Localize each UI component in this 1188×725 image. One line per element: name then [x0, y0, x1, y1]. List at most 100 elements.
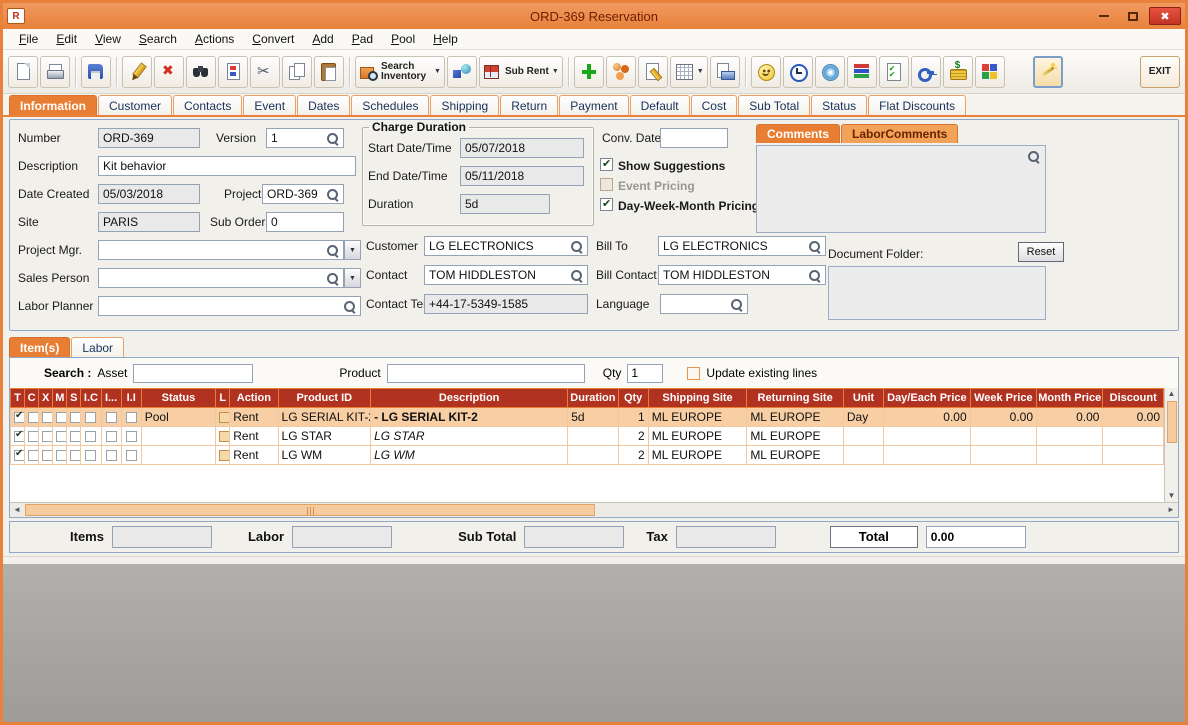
menu-help[interactable]: Help	[425, 30, 466, 48]
menu-pad[interactable]: Pad	[344, 30, 381, 48]
row-flag-checkbox[interactable]	[70, 431, 80, 443]
col-header-shipping-site[interactable]: Shipping Site	[647, 388, 748, 408]
row-flag-checkbox[interactable]	[56, 412, 66, 424]
labor-planner-field[interactable]	[98, 296, 361, 316]
show-suggestions-checkbox[interactable]	[600, 157, 613, 171]
pool-button[interactable]	[605, 55, 636, 88]
tab-shipping[interactable]: Shipping	[430, 95, 500, 115]
row-flag-checkbox[interactable]	[85, 450, 97, 462]
scroll-right-icon[interactable]: ►	[1164, 503, 1178, 517]
cubes-button[interactable]	[974, 55, 1005, 88]
save-button[interactable]	[81, 55, 111, 88]
col-header-description[interactable]: Description	[370, 388, 569, 408]
tab-information[interactable]: Information	[9, 95, 97, 115]
line-flag-icon[interactable]	[219, 450, 229, 462]
tab-payment[interactable]: Payment	[559, 95, 629, 115]
search-icon[interactable]	[343, 300, 356, 313]
scroll-left-icon[interactable]: ◄	[10, 503, 24, 517]
search-icon[interactable]	[1027, 150, 1040, 163]
col-header-product-id[interactable]: Product ID	[277, 388, 372, 408]
search-icon[interactable]	[570, 240, 583, 253]
language-field[interactable]	[660, 294, 748, 314]
row-flag-checkbox[interactable]	[42, 431, 52, 443]
horizontal-scrollbar[interactable]: ◄ ►	[10, 501, 1178, 517]
tab-flat-discounts[interactable]: Flat Discounts	[868, 95, 967, 115]
update-existing-lines-checkbox[interactable]	[687, 366, 701, 380]
number-field[interactable]: ORD-369	[98, 128, 200, 148]
document-folder-box[interactable]	[828, 266, 1046, 320]
col-header-returning-site[interactable]: Returning Site	[746, 388, 844, 408]
smiley-button[interactable]	[750, 55, 781, 88]
convert-document-button[interactable]	[218, 55, 248, 88]
col-header-m[interactable]: M	[52, 388, 68, 408]
sub-rent-button[interactable]: Sub Rent ▼	[478, 55, 563, 88]
item-row[interactable]: RentLG STARLG STAR2ML EUROPEML EUROPE	[10, 426, 1164, 446]
exit-button[interactable]: EXIT	[1139, 55, 1180, 88]
start-date-field[interactable]: 05/07/2018	[460, 138, 584, 158]
tab-dates[interactable]: Dates	[297, 95, 351, 115]
tab-default[interactable]: Default	[629, 95, 690, 115]
product-input[interactable]	[386, 363, 585, 383]
menu-convert[interactable]: Convert	[244, 30, 302, 48]
key-button[interactable]	[910, 55, 941, 88]
project-mgr-dropdown-button[interactable]: ▼	[344, 240, 361, 260]
row-flag-checkbox[interactable]	[70, 412, 80, 424]
col-header-l[interactable]: L	[215, 388, 231, 408]
search-icon[interactable]	[326, 132, 339, 145]
row-select-checkbox[interactable]	[14, 429, 24, 443]
tab-comments[interactable]: Comments	[756, 124, 841, 143]
row-select-checkbox[interactable]	[14, 410, 24, 424]
horizontal-scroll-thumb[interactable]	[25, 503, 595, 516]
conv-date-field[interactable]	[660, 128, 728, 148]
row-flag-checkbox[interactable]	[105, 412, 117, 424]
row-flag-checkbox[interactable]	[42, 412, 52, 424]
vertical-scroll-thumb[interactable]	[1166, 401, 1177, 443]
row-flag-checkbox[interactable]	[105, 450, 117, 462]
reset-button[interactable]: Reset	[1018, 242, 1064, 262]
tab-contacts[interactable]: Contacts	[173, 95, 243, 115]
comments-box[interactable]	[756, 145, 1046, 233]
search-inventory-button[interactable]: Search Inventory ▼	[355, 55, 445, 88]
event-pricing-checkbox[interactable]	[600, 178, 613, 191]
contact-tel-field[interactable]: +44-17-5349-1585	[424, 294, 588, 314]
delete-button[interactable]	[154, 55, 184, 88]
search-icon[interactable]	[326, 188, 339, 201]
bill-to-field[interactable]: LG ELECTRONICS	[658, 236, 826, 256]
paste-button[interactable]	[314, 55, 344, 88]
search-icon[interactable]	[326, 244, 339, 257]
tab-return[interactable]: Return	[500, 95, 559, 115]
row-flag-checkbox[interactable]	[42, 450, 52, 462]
col-header-s[interactable]: S	[66, 388, 82, 408]
checklist-button[interactable]	[878, 55, 909, 88]
col-header-action[interactable]: Action	[229, 388, 279, 408]
item-row[interactable]: RentLG WMLG WM2ML EUROPEML EUROPE	[10, 445, 1164, 465]
col-header-i-c[interactable]: I.C	[80, 388, 102, 408]
search-icon[interactable]	[808, 269, 821, 282]
version-field[interactable]: 1	[266, 128, 344, 148]
col-header-t[interactable]: T	[10, 388, 26, 408]
menu-actions[interactable]: Actions	[187, 30, 242, 48]
line-flag-icon[interactable]	[219, 412, 229, 424]
menu-edit[interactable]: Edit	[48, 30, 85, 48]
date-created-field[interactable]: 05/03/2018	[98, 184, 200, 204]
menu-search[interactable]: Search	[131, 30, 185, 48]
col-header-day-each-price[interactable]: Day/Each Price	[883, 388, 971, 408]
col-header-discount[interactable]: Discount	[1102, 388, 1164, 408]
col-header-unit[interactable]: Unit	[842, 388, 885, 408]
duration-field[interactable]: 5d	[460, 194, 550, 214]
bill-contact-field[interactable]: TOM HIDDLESTON	[658, 265, 826, 285]
tab-cost[interactable]: Cost	[690, 95, 738, 115]
search-icon[interactable]	[326, 272, 339, 285]
qty-input[interactable]	[627, 363, 664, 383]
line-flag-icon[interactable]	[219, 431, 229, 443]
day-week-month-pricing-checkbox[interactable]	[600, 197, 613, 211]
description-field[interactable]: Kit behavior	[98, 156, 356, 176]
add-line-button[interactable]	[573, 55, 604, 88]
row-flag-checkbox[interactable]	[56, 450, 66, 462]
col-header-month-price[interactable]: Month Price	[1036, 388, 1104, 408]
minimize-button[interactable]	[1091, 7, 1117, 25]
item-row[interactable]: Pool RentLG SERIAL KIT-2- LG SERIAL KIT-2…	[10, 407, 1164, 427]
row-select-checkbox[interactable]	[14, 448, 24, 462]
menu-pool[interactable]: Pool	[383, 30, 423, 48]
project-field[interactable]: ORD-369	[262, 184, 344, 204]
